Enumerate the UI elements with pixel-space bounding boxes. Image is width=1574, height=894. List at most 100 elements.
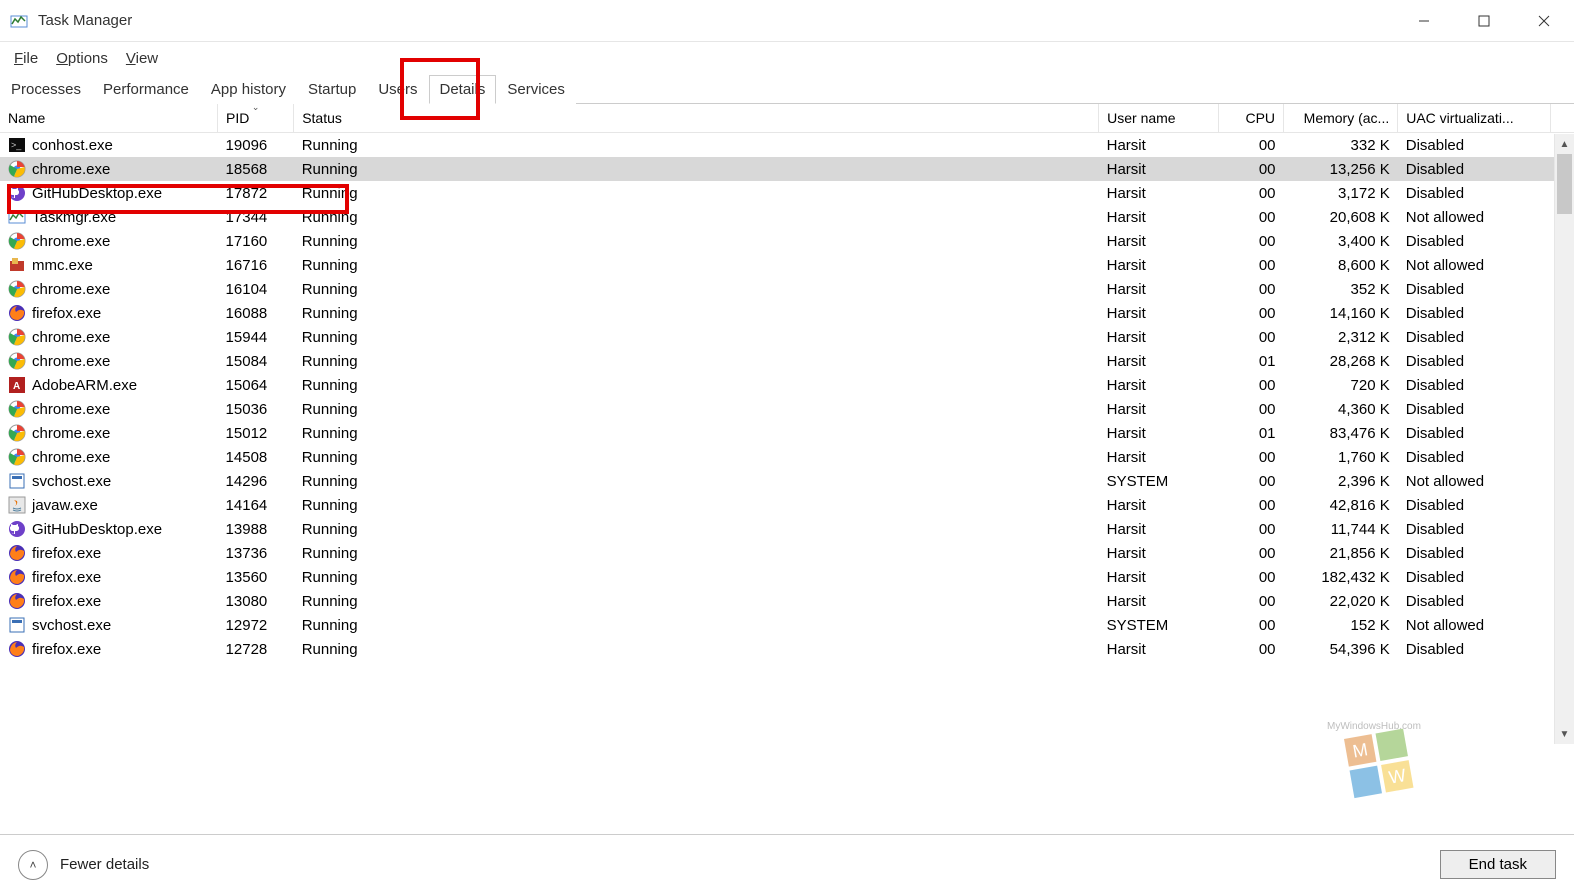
process-user: Harsit	[1099, 517, 1219, 541]
table-row[interactable]: chrome.exe15012RunningHarsit0183,476 KDi…	[0, 421, 1574, 445]
process-name: chrome.exe	[32, 401, 110, 418]
process-memory: 8,600 K	[1284, 253, 1398, 277]
table-row[interactable]: chrome.exe15944RunningHarsit002,312 KDis…	[0, 325, 1574, 349]
sort-descending-icon: ⌄	[252, 104, 260, 113]
process-name: firefox.exe	[32, 593, 101, 610]
end-task-button[interactable]: End task	[1440, 850, 1556, 879]
process-user: Harsit	[1099, 133, 1219, 158]
process-name: Taskmgr.exe	[32, 209, 116, 226]
svg-text:>_: >_	[11, 140, 22, 150]
process-memory: 2,396 K	[1284, 469, 1398, 493]
process-cpu: 00	[1218, 565, 1283, 589]
scroll-down-arrow-icon[interactable]: ▼	[1555, 724, 1574, 744]
chrome-icon	[8, 328, 26, 346]
scroll-up-arrow-icon[interactable]: ▲	[1555, 134, 1574, 154]
tab-app-history[interactable]: App history	[200, 75, 297, 104]
process-cpu: 01	[1218, 349, 1283, 373]
firefox-icon	[8, 640, 26, 658]
table-row[interactable]: chrome.exe15084RunningHarsit0128,268 KDi…	[0, 349, 1574, 373]
vertical-scrollbar[interactable]: ▲ ▼	[1554, 134, 1574, 744]
table-row[interactable]: chrome.exe16104RunningHarsit00352 KDisab…	[0, 277, 1574, 301]
process-memory: 28,268 K	[1284, 349, 1398, 373]
process-name: chrome.exe	[32, 161, 110, 178]
process-pid: 15064	[218, 373, 294, 397]
adobe-icon: A	[8, 376, 26, 394]
process-memory: 182,432 K	[1284, 565, 1398, 589]
column-header-cpu[interactable]: CPU	[1218, 104, 1283, 133]
process-pid: 18568	[218, 157, 294, 181]
process-user: Harsit	[1099, 541, 1219, 565]
tab-startup[interactable]: Startup	[297, 75, 367, 104]
table-row[interactable]: GitHubDesktop.exe13988RunningHarsit0011,…	[0, 517, 1574, 541]
table-row[interactable]: svchost.exe14296RunningSYSTEM002,396 KNo…	[0, 469, 1574, 493]
scroll-gutter-header	[1550, 104, 1574, 133]
menu-item-file[interactable]: File	[14, 50, 38, 67]
tab-processes[interactable]: Processes	[0, 75, 92, 104]
process-name: chrome.exe	[32, 329, 110, 346]
table-row[interactable]: >_conhost.exe19096RunningHarsit00332 KDi…	[0, 133, 1574, 158]
scroll-thumb[interactable]	[1557, 154, 1572, 214]
table-row[interactable]: firefox.exe13080RunningHarsit0022,020 KD…	[0, 589, 1574, 613]
column-header-uac[interactable]: UAC virtualizati...	[1398, 104, 1550, 133]
process-status: Running	[294, 253, 1099, 277]
table-row[interactable]: chrome.exe14508RunningHarsit001,760 KDis…	[0, 445, 1574, 469]
table-row[interactable]: chrome.exe15036RunningHarsit004,360 KDis…	[0, 397, 1574, 421]
process-status: Running	[294, 277, 1099, 301]
table-row[interactable]: chrome.exe18568RunningHarsit0013,256 KDi…	[0, 157, 1574, 181]
tab-users[interactable]: Users	[367, 75, 428, 104]
fewer-details-label: Fewer details	[60, 856, 149, 873]
process-cpu: 00	[1218, 397, 1283, 421]
column-header-name[interactable]: Name	[0, 104, 218, 133]
tab-services[interactable]: Services	[496, 75, 576, 104]
process-cpu: 00	[1218, 541, 1283, 565]
process-uac: Disabled	[1398, 229, 1550, 253]
table-row[interactable]: svchost.exe12972RunningSYSTEM00152 KNot …	[0, 613, 1574, 637]
table-row[interactable]: mmc.exe16716RunningHarsit008,600 KNot al…	[0, 253, 1574, 277]
process-uac: Disabled	[1398, 493, 1550, 517]
table-row[interactable]: firefox.exe13560RunningHarsit00182,432 K…	[0, 565, 1574, 589]
process-name: AdobeARM.exe	[32, 377, 137, 394]
process-user: Harsit	[1099, 589, 1219, 613]
table-row[interactable]: GitHubDesktop.exe17872RunningHarsit003,1…	[0, 181, 1574, 205]
chrome-icon	[8, 232, 26, 250]
process-name: svchost.exe	[32, 473, 111, 490]
process-pid: 12728	[218, 637, 294, 661]
process-user: SYSTEM	[1099, 613, 1219, 637]
column-header-mem[interactable]: Memory (ac...	[1284, 104, 1398, 133]
process-status: Running	[294, 181, 1099, 205]
firefox-icon	[8, 592, 26, 610]
table-row[interactable]: AAdobeARM.exe15064RunningHarsit00720 KDi…	[0, 373, 1574, 397]
column-header-user[interactable]: User name	[1099, 104, 1219, 133]
column-header-status[interactable]: Status	[294, 104, 1099, 133]
process-memory: 152 K	[1284, 613, 1398, 637]
process-uac: Disabled	[1398, 565, 1550, 589]
process-status: Running	[294, 613, 1099, 637]
process-cpu: 00	[1218, 229, 1283, 253]
menu-item-view[interactable]: View	[126, 50, 158, 67]
process-cpu: 00	[1218, 325, 1283, 349]
maximize-button[interactable]	[1454, 0, 1514, 42]
close-button[interactable]	[1514, 0, 1574, 42]
process-name: firefox.exe	[32, 545, 101, 562]
table-row[interactable]: Taskmgr.exe17344RunningHarsit0020,608 KN…	[0, 205, 1574, 229]
minimize-button[interactable]	[1394, 0, 1454, 42]
process-cpu: 00	[1218, 133, 1283, 158]
process-memory: 2,312 K	[1284, 325, 1398, 349]
menu-item-options[interactable]: Options	[56, 50, 108, 67]
tab-performance[interactable]: Performance	[92, 75, 200, 104]
fewer-details-toggle[interactable]: ˄ Fewer details	[18, 850, 149, 880]
process-cpu: 00	[1218, 613, 1283, 637]
process-user: Harsit	[1099, 325, 1219, 349]
table-row[interactable]: chrome.exe17160RunningHarsit003,400 KDis…	[0, 229, 1574, 253]
process-uac: Disabled	[1398, 637, 1550, 661]
table-row[interactable]: firefox.exe12728RunningHarsit0054,396 KD…	[0, 637, 1574, 661]
table-row[interactable]: firefox.exe13736RunningHarsit0021,856 KD…	[0, 541, 1574, 565]
process-cpu: 00	[1218, 253, 1283, 277]
column-header-pid[interactable]: PID⌄	[218, 104, 294, 133]
tab-details[interactable]: Details	[429, 75, 497, 104]
process-memory: 11,744 K	[1284, 517, 1398, 541]
table-row[interactable]: firefox.exe16088RunningHarsit0014,160 KD…	[0, 301, 1574, 325]
process-uac: Disabled	[1398, 349, 1550, 373]
table-row[interactable]: javaw.exe14164RunningHarsit0042,816 KDis…	[0, 493, 1574, 517]
chrome-icon	[8, 400, 26, 418]
